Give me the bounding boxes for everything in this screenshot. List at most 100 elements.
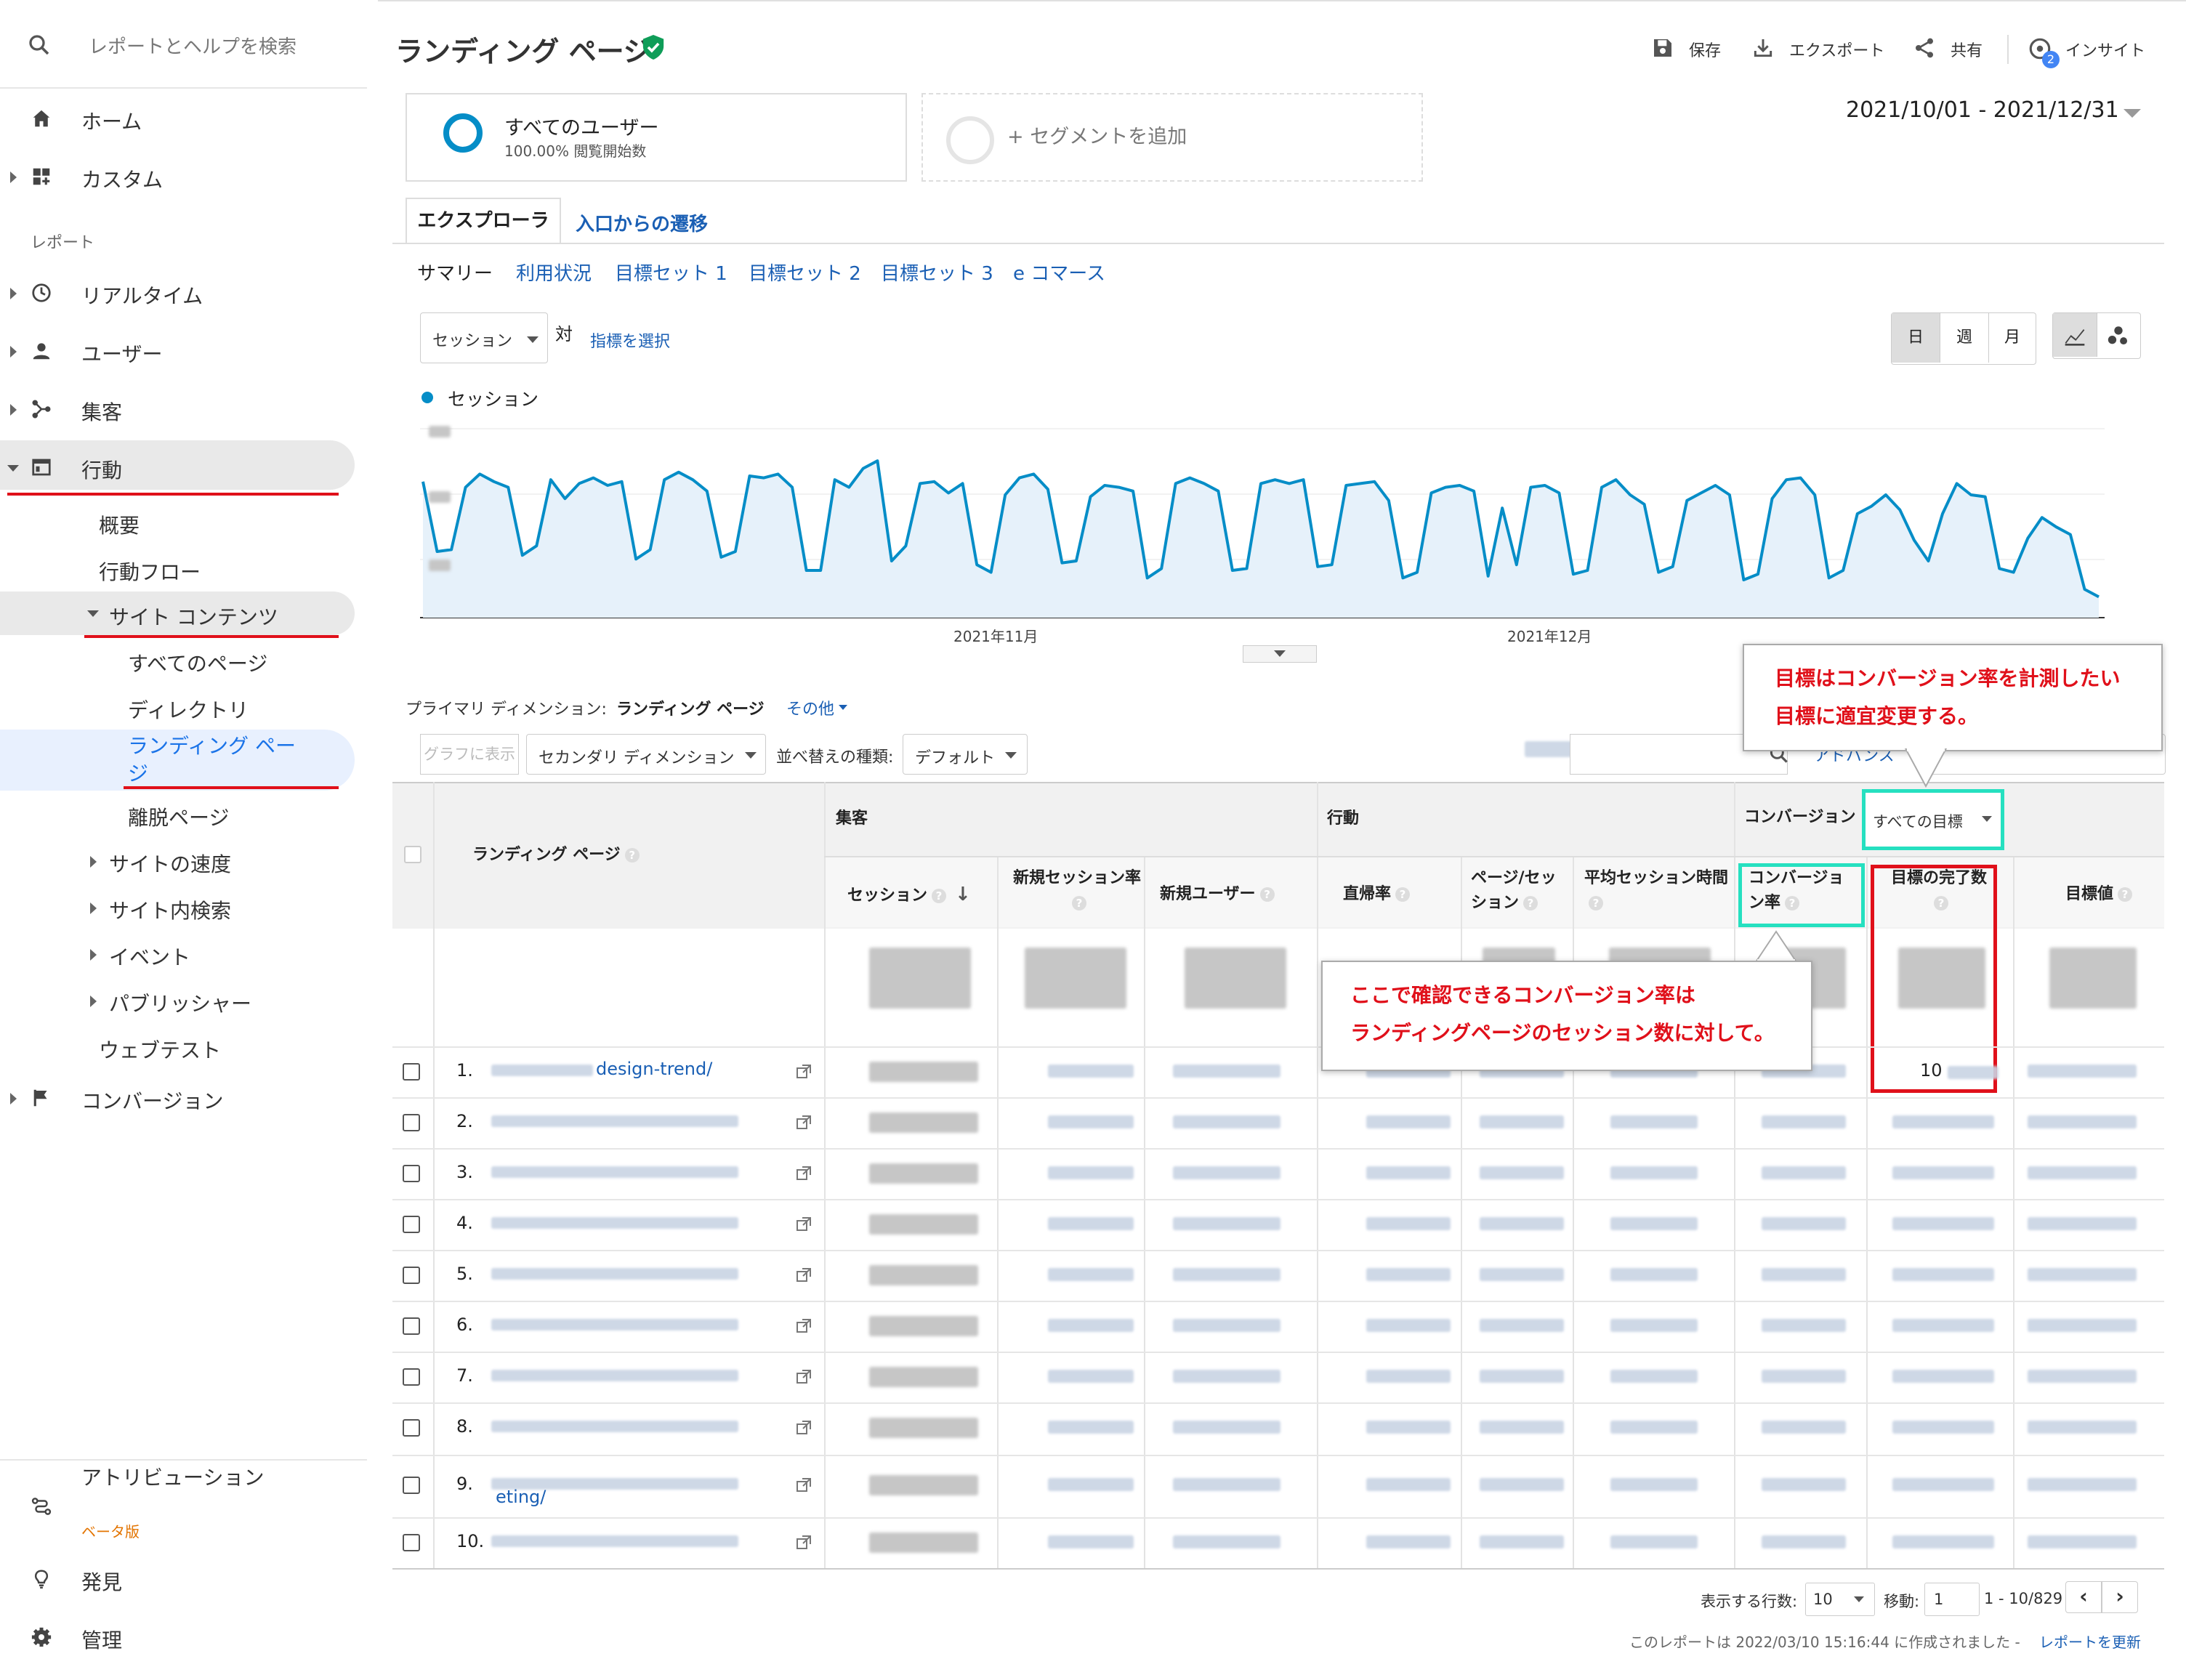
- sidebar-item-users[interactable]: ユーザー: [81, 339, 162, 368]
- select-metric-link[interactable]: 指標を選択: [590, 328, 670, 352]
- week-button[interactable]: 週: [1940, 313, 1989, 363]
- help-icon[interactable]: ?: [1785, 896, 1800, 910]
- open-in-new-icon[interactable]: [795, 1063, 812, 1081]
- subtab-summary[interactable]: サマリー: [417, 259, 493, 286]
- tab-entrance-paths[interactable]: 入口からの遷移: [576, 209, 708, 236]
- expand-arrow-icon[interactable]: [90, 902, 97, 914]
- help-icon[interactable]: ?: [1072, 896, 1086, 910]
- sidebar-item-behavior-flow[interactable]: 行動フロー: [99, 557, 201, 586]
- date-range-picker[interactable]: 2021/10/01 - 2021/12/31: [1846, 97, 2141, 126]
- help-icon[interactable]: ?: [1395, 887, 1411, 902]
- sidebar-item-site-speed[interactable]: サイトの速度: [109, 849, 231, 878]
- landing-page-link[interactable]: design-trend/: [596, 1059, 712, 1079]
- subtab-goal1[interactable]: 目標セット 1: [615, 259, 727, 286]
- sidebar-item-behavior[interactable]: 行動: [81, 455, 122, 484]
- row-checkbox[interactable]: [403, 1165, 420, 1182]
- segment-card[interactable]: すべてのユーザー 100.00% 閲覧開始数: [406, 93, 907, 182]
- help-icon[interactable]: ?: [2118, 887, 2133, 902]
- expand-arrow-icon[interactable]: [10, 1093, 17, 1104]
- col-header-new-session-rate[interactable]: 新規セッション率?: [1012, 866, 1142, 916]
- expand-arrow-icon[interactable]: [10, 171, 17, 183]
- row-checkbox[interactable]: [403, 1114, 420, 1131]
- help-icon[interactable]: ?: [624, 848, 640, 863]
- search-input[interactable]: レポートとヘルプを検索: [89, 32, 297, 59]
- help-icon[interactable]: ?: [1589, 896, 1603, 910]
- col-header-sessions[interactable]: セッション? ↓: [847, 882, 971, 908]
- open-in-new-icon[interactable]: [795, 1317, 812, 1335]
- rows-per-page-select[interactable]: 10: [1805, 1583, 1875, 1616]
- open-in-new-icon[interactable]: [795, 1419, 812, 1437]
- open-in-new-icon[interactable]: [795, 1477, 812, 1494]
- goto-input[interactable]: 1: [1924, 1583, 1980, 1616]
- goal-select[interactable]: すべての目標: [1862, 789, 2004, 850]
- open-in-new-icon[interactable]: [795, 1534, 812, 1551]
- subtab-usage[interactable]: 利用状況: [516, 259, 592, 286]
- col-header-goal-value[interactable]: 目標値?: [2065, 882, 2133, 907]
- collapse-arrow-icon[interactable]: [87, 610, 99, 617]
- sidebar-item-overview[interactable]: 概要: [99, 510, 140, 539]
- secondary-dimension-select[interactable]: セカンダリ ディメンション: [526, 734, 766, 775]
- search-bar[interactable]: レポートとヘルプを検索: [22, 22, 363, 73]
- other-dimension-link[interactable]: その他: [786, 696, 834, 719]
- month-button[interactable]: 月: [1989, 313, 2036, 363]
- col-header-landing-page[interactable]: ランディング ページ?: [472, 843, 640, 868]
- next-page-button[interactable]: ›: [2102, 1581, 2138, 1613]
- help-icon[interactable]: ?: [932, 889, 947, 903]
- sidebar-item-landing-pages[interactable]: ランディング ページ: [128, 732, 302, 788]
- col-header-new-users[interactable]: 新規ユーザー?: [1160, 882, 1275, 907]
- sidebar-item-acquisition[interactable]: 集客: [81, 397, 122, 426]
- expand-arrow-icon[interactable]: [10, 346, 17, 358]
- row-checkbox[interactable]: [403, 1477, 420, 1494]
- sidebar-item-home[interactable]: ホーム: [81, 106, 142, 135]
- help-icon[interactable]: ?: [1259, 887, 1275, 902]
- expand-arrow-icon[interactable]: [10, 404, 17, 416]
- row-checkbox[interactable]: [403, 1368, 420, 1386]
- landing-page-link[interactable]: eting/: [496, 1487, 546, 1507]
- col-header-pages-per-session[interactable]: ページ/セッション?: [1471, 866, 1565, 916]
- sidebar-item-events[interactable]: イベント: [109, 942, 190, 971]
- motion-chart-button[interactable]: [2097, 313, 2139, 357]
- add-segment-card[interactable]: + セグメントを追加: [921, 93, 1423, 182]
- sidebar-item-admin[interactable]: 管理: [81, 1625, 122, 1654]
- collapse-arrow-icon[interactable]: [7, 465, 19, 472]
- row-checkbox[interactable]: [403, 1063, 420, 1081]
- open-in-new-icon[interactable]: [795, 1267, 812, 1284]
- chart-resize-handle[interactable]: [1243, 645, 1317, 663]
- row-checkbox[interactable]: [403, 1216, 420, 1233]
- help-icon[interactable]: ?: [1523, 896, 1538, 910]
- sidebar-item-discover[interactable]: 発見: [81, 1567, 122, 1596]
- tab-explorer[interactable]: エクスプローラ: [406, 198, 561, 244]
- sidebar-item-conversion[interactable]: コンバージョン: [81, 1086, 223, 1115]
- subtab-ecommerce[interactable]: e コマース: [1013, 259, 1105, 286]
- open-in-new-icon[interactable]: [795, 1368, 812, 1386]
- open-in-new-icon[interactable]: [795, 1216, 812, 1233]
- subtab-goal2[interactable]: 目標セット 2: [749, 259, 861, 286]
- refresh-report-link[interactable]: レポートを更新: [2039, 1631, 2141, 1652]
- sidebar-item-realtime[interactable]: リアルタイム: [81, 280, 203, 310]
- open-in-new-icon[interactable]: [795, 1114, 812, 1131]
- subtab-goal3[interactable]: 目標セット 3: [881, 259, 993, 286]
- col-header-conversion-rate[interactable]: コンバージョン率?: [1749, 866, 1858, 916]
- sidebar-item-site-search[interactable]: サイト内検索: [109, 895, 231, 924]
- select-all-checkbox[interactable]: [404, 846, 422, 863]
- day-button[interactable]: 日: [1892, 313, 1940, 363]
- col-header-avg-session-duration[interactable]: 平均セッション時間?: [1584, 866, 1730, 916]
- sort-type-select[interactable]: デフォルト: [903, 734, 1028, 775]
- row-checkbox[interactable]: [403, 1534, 420, 1551]
- sidebar-item-web-test[interactable]: ウェブテスト: [99, 1035, 221, 1064]
- prev-page-button[interactable]: ‹: [2065, 1581, 2102, 1613]
- metric-select[interactable]: セッション: [420, 312, 548, 363]
- sidebar-item-all-pages[interactable]: すべてのページ: [128, 648, 267, 677]
- row-checkbox[interactable]: [403, 1419, 420, 1437]
- row-checkbox[interactable]: [403, 1317, 420, 1335]
- sidebar-item-custom[interactable]: カスタム: [81, 164, 163, 193]
- expand-arrow-icon[interactable]: [10, 288, 17, 299]
- col-header-bounce-rate[interactable]: 直帰率?: [1343, 882, 1411, 907]
- sidebar-item-directory[interactable]: ディレクトリ: [128, 695, 249, 724]
- expand-arrow-icon[interactable]: [90, 949, 97, 961]
- sidebar-item-attribution[interactable]: アトリビューション: [81, 1463, 270, 1493]
- row-checkbox[interactable]: [403, 1267, 420, 1284]
- expand-arrow-icon[interactable]: [90, 856, 97, 868]
- sidebar-item-site-content[interactable]: サイト コンテンツ: [109, 602, 278, 631]
- open-in-new-icon[interactable]: [795, 1165, 812, 1182]
